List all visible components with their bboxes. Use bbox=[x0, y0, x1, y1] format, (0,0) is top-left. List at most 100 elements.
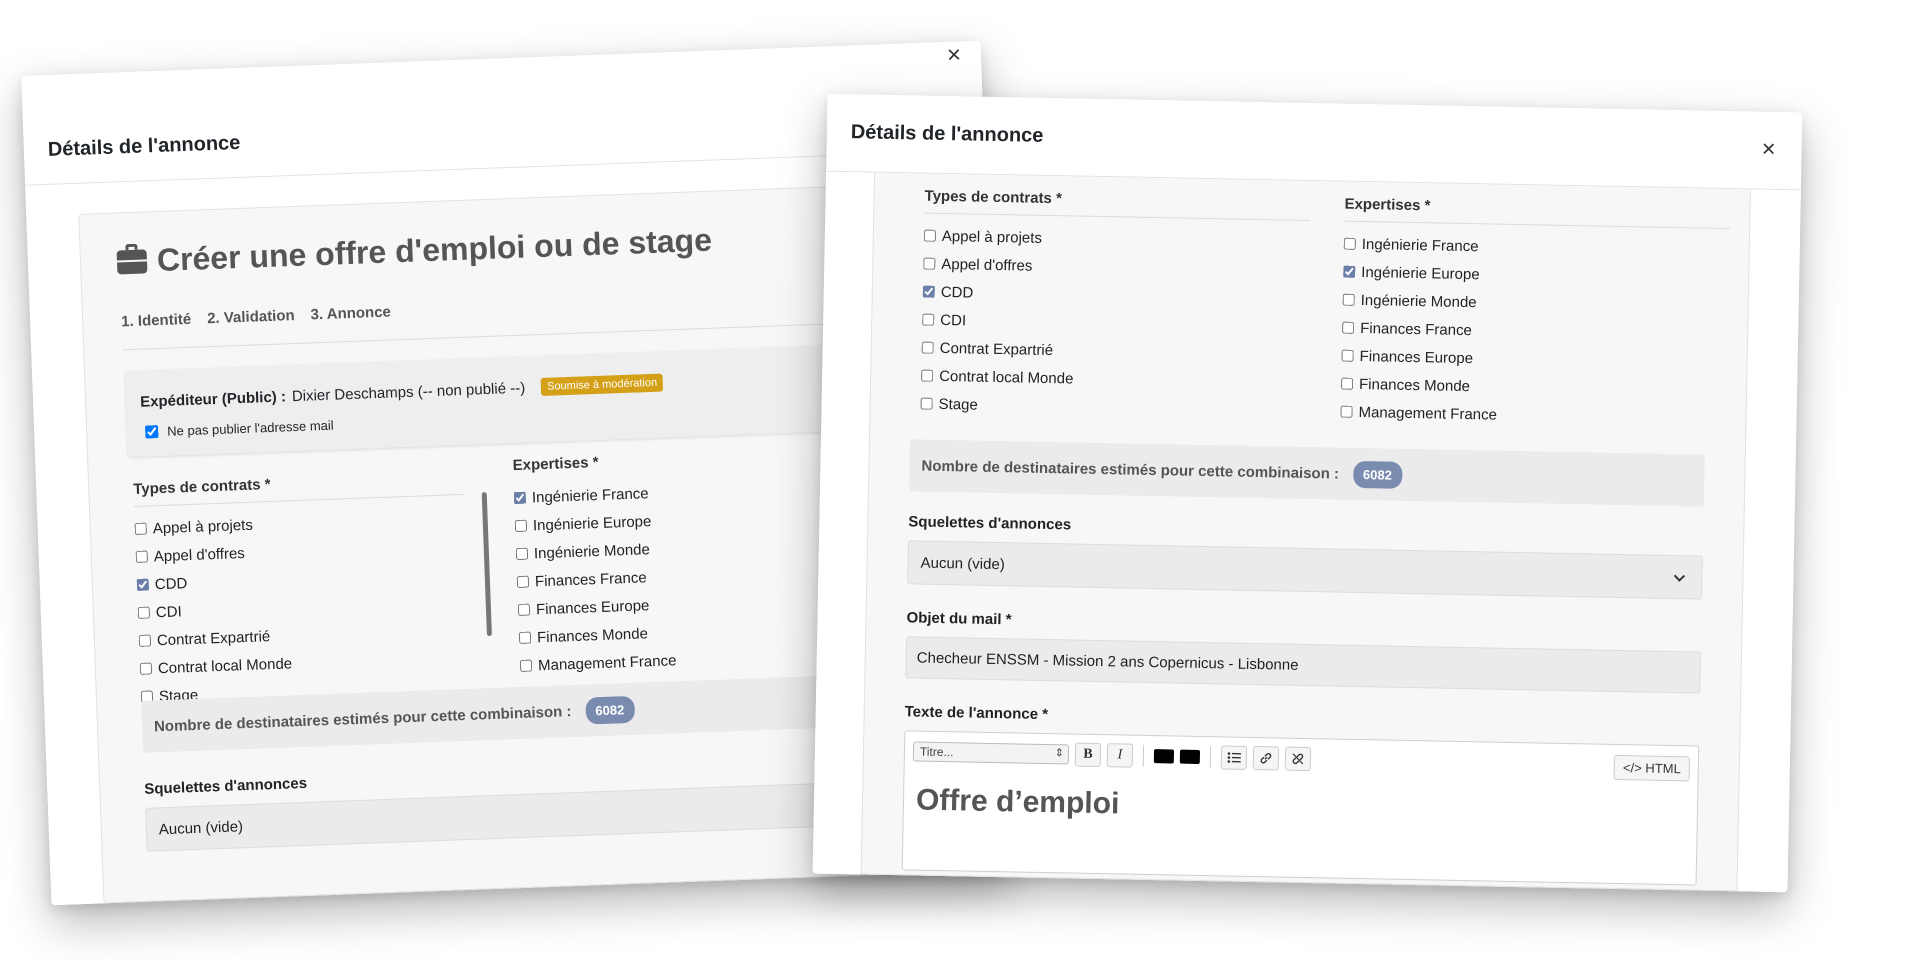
text-color-icon[interactable] bbox=[1153, 749, 1175, 764]
expertise-checkbox[interactable] bbox=[515, 547, 529, 561]
contract-checkbox[interactable] bbox=[922, 285, 935, 298]
skeletons-value: Aucun (vide) bbox=[920, 554, 1005, 573]
format-select[interactable]: Titre... bbox=[912, 741, 1070, 765]
wizard-steps: 1. Identité 2. Validation 3. Annonce bbox=[121, 303, 391, 330]
contract-checkbox[interactable] bbox=[136, 578, 150, 591]
contract-label: Appel d'offres bbox=[153, 544, 246, 565]
contract-label: Appel à projets bbox=[941, 227, 1043, 247]
estimate-label: Nombre de destinataires estimés pour cet… bbox=[921, 457, 1340, 483]
contract-checkbox[interactable] bbox=[134, 522, 148, 536]
page-title: Créer une offre d'emploi ou de stage bbox=[156, 221, 713, 279]
sender-value: Dixier Deschamps (-- non publié --) bbox=[291, 379, 526, 405]
expertise-checkbox[interactable] bbox=[514, 519, 528, 533]
background-color-icon[interactable] bbox=[1179, 749, 1201, 764]
subject-input[interactable]: Checheur ENSSM - Mission 2 ans Copernicu… bbox=[905, 636, 1702, 694]
contract-checkbox[interactable] bbox=[137, 606, 151, 619]
page-heading: Créer une offre d'emploi ou de stage bbox=[116, 221, 713, 281]
contract-checkbox[interactable] bbox=[138, 634, 152, 647]
step-validation[interactable]: 2. Validation bbox=[207, 307, 295, 327]
step-announcement[interactable]: 3. Annonce bbox=[310, 303, 391, 323]
contract-label: CDD bbox=[154, 574, 188, 593]
italic-button[interactable]: I bbox=[1106, 743, 1134, 768]
unlink-button[interactable] bbox=[1284, 746, 1312, 772]
estimate-count-badge: 6082 bbox=[584, 695, 635, 725]
divider bbox=[1209, 746, 1212, 769]
expertise-checkbox[interactable] bbox=[1343, 265, 1356, 278]
step-identity[interactable]: 1. Identité bbox=[121, 311, 192, 331]
expertise-checkbox[interactable] bbox=[519, 659, 533, 672]
expertise-label: Ingénierie France bbox=[1361, 235, 1479, 255]
expertise-label: Ingénierie Europe bbox=[1361, 263, 1480, 283]
contract-checkbox[interactable] bbox=[923, 229, 936, 242]
expertises-list: Ingénierie France Ingénierie Europe Ingéni… bbox=[1340, 230, 1730, 433]
text-label: Texte de l'annonce * bbox=[904, 703, 1049, 724]
expertise-checkbox[interactable] bbox=[516, 575, 530, 589]
contracts-title: Types de contrats * bbox=[133, 476, 271, 499]
expertise-checkbox[interactable] bbox=[1341, 349, 1354, 362]
contract-checkbox[interactable] bbox=[923, 257, 936, 270]
skeletons-label: Squelettes d'annonces bbox=[908, 513, 1072, 534]
modal-title: Détails de l'annonce bbox=[47, 131, 241, 161]
contract-label: Contrat local Monde bbox=[939, 367, 1074, 387]
estimate-count-badge: 6082 bbox=[1352, 460, 1403, 489]
expertises-column: Expertises * Ingénierie France Ingénierie… bbox=[1340, 195, 1731, 433]
skeletons-select[interactable]: Aucun (vide) bbox=[907, 540, 1703, 600]
divider bbox=[1142, 744, 1145, 767]
expertise-label: Finances Monde bbox=[1358, 375, 1471, 395]
estimate-label: Nombre de destinataires estimés pour cet… bbox=[153, 702, 572, 735]
skeletons-value: Aucun (vide) bbox=[158, 817, 244, 838]
expertise-label: Finances France bbox=[534, 568, 647, 590]
expertise-checkbox[interactable] bbox=[517, 603, 531, 617]
expertise-label: Management France bbox=[537, 651, 677, 674]
expertise-checkbox[interactable] bbox=[518, 631, 532, 644]
html-view-button[interactable]: </> HTML bbox=[1613, 754, 1691, 782]
subject-field: Objet du mail * Checheur ENSSM - Mission… bbox=[905, 609, 1702, 694]
expertises-column: Expertises * Ingénierie France Ingénierie… bbox=[512, 445, 850, 680]
expertise-label: Finances France bbox=[1360, 319, 1473, 339]
expertises-title: Expertises * bbox=[1344, 195, 1431, 215]
contract-checkbox[interactable] bbox=[920, 397, 933, 410]
status-badge: Soumise à modération bbox=[540, 373, 664, 397]
contracts-list: Appel à projets Appel d'offres CDD CDI Contr… bbox=[920, 222, 1310, 425]
divider bbox=[924, 212, 1311, 222]
expertise-checkbox[interactable] bbox=[1343, 237, 1356, 250]
contracts-list: Appel à projets Appel d'offres CDD CDI Contr… bbox=[134, 503, 471, 711]
contract-label: Contrat Expartrié bbox=[939, 339, 1054, 359]
skeletons-field: Squelettes d'annonces Aucun (vide) bbox=[907, 513, 1703, 600]
expertise-label: Ingénierie Monde bbox=[1360, 291, 1477, 311]
expertise-option: Management France bbox=[1340, 398, 1726, 433]
contract-checkbox[interactable] bbox=[921, 341, 934, 354]
contract-checkbox[interactable] bbox=[921, 369, 934, 382]
link-icon bbox=[1260, 753, 1272, 764]
expertise-checkbox[interactable] bbox=[1342, 293, 1355, 306]
expertise-label: Ingénierie Europe bbox=[532, 512, 652, 534]
contract-checkbox[interactable] bbox=[922, 313, 935, 326]
scrollbar-thumb[interactable] bbox=[481, 492, 492, 637]
link-button[interactable] bbox=[1252, 746, 1280, 771]
hide-email-checkbox[interactable] bbox=[145, 425, 159, 439]
expertise-label: Finances Monde bbox=[536, 624, 649, 646]
close-icon[interactable]: × bbox=[942, 41, 965, 72]
subject-value: Checheur ENSSM - Mission 2 ans Copernicu… bbox=[916, 649, 1299, 674]
expertise-checkbox[interactable] bbox=[1342, 321, 1355, 334]
contract-label: CDD bbox=[940, 283, 974, 302]
contracts-title: Types de contrats * bbox=[924, 187, 1063, 208]
bullet-list-button[interactable] bbox=[1220, 745, 1248, 770]
expertise-label: Ingénierie Monde bbox=[533, 540, 651, 562]
contract-label: CDI bbox=[940, 311, 967, 329]
close-icon[interactable]: × bbox=[1757, 134, 1780, 166]
divider bbox=[1344, 220, 1731, 230]
expertise-checkbox[interactable] bbox=[1340, 405, 1353, 418]
expertise-checkbox[interactable] bbox=[513, 491, 527, 505]
contracts-column: Types de contrats * Appel à projets Appel… bbox=[920, 187, 1311, 425]
contract-checkbox[interactable] bbox=[139, 662, 153, 675]
announcement-text-field: Texte de l'annonce * Titre... B I bbox=[901, 703, 1700, 886]
expertise-checkbox[interactable] bbox=[1340, 377, 1354, 390]
job-offer-modal-front: Détails de l'annonce × Types de contrats… bbox=[812, 93, 1803, 893]
contract-label: Contrat Expartrié bbox=[156, 627, 271, 649]
contract-checkbox[interactable] bbox=[135, 550, 149, 563]
bold-button[interactable]: B bbox=[1074, 742, 1102, 768]
subject-label: Objet du mail * bbox=[906, 609, 1012, 629]
modal-title: Détails de l'annonce bbox=[850, 121, 1044, 147]
recipients-estimate: Nombre de destinataires estimés pour cet… bbox=[908, 439, 1705, 507]
